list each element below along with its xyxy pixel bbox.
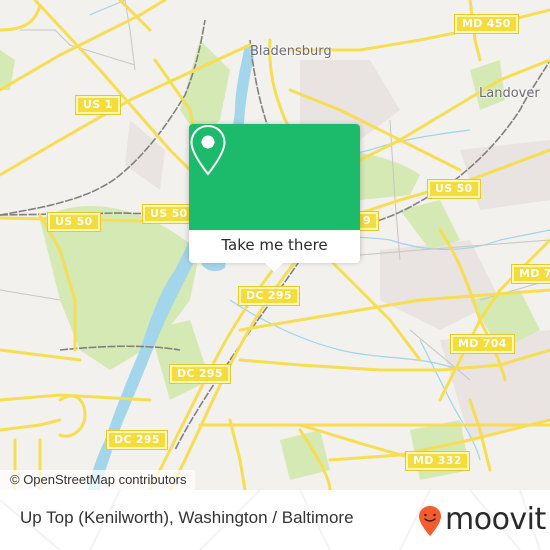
popup-header	[189, 124, 360, 230]
take-me-there-label: Take me there	[221, 236, 328, 254]
moovit-pin-smile-icon	[419, 506, 441, 536]
moovit-wordmark: moovit	[445, 502, 546, 537]
route-shield: US 50	[142, 204, 196, 224]
route-shield: DC 295	[106, 430, 168, 450]
stop-title: Up Top (Kenilworth), Washington / Baltim…	[20, 508, 354, 527]
route-shield: MD 450	[454, 14, 519, 34]
route-shield: MD 704	[450, 334, 515, 354]
route-shield: DC 295	[238, 286, 300, 306]
map[interactable]: Bladensburg Landover MD 450 US 1 US 50 U…	[0, 0, 550, 490]
popup-tail	[265, 263, 283, 272]
location-pin-icon	[190, 124, 226, 176]
place-label-landover: Landover	[479, 86, 540, 101]
route-shield: MD 332	[405, 451, 470, 471]
location-popup: Take me there	[189, 124, 360, 272]
route-shield: US 1	[75, 95, 121, 115]
map-attribution[interactable]: © OpenStreetMap contributors	[0, 470, 195, 490]
route-shield: DC 295	[169, 364, 231, 384]
take-me-there-button[interactable]: Take me there	[189, 230, 360, 272]
place-label-bladensburg: Bladensburg	[250, 44, 332, 59]
route-shield: US 50	[427, 179, 481, 199]
route-shield: US 50	[47, 212, 101, 232]
route-shield: MD 704	[511, 264, 550, 284]
